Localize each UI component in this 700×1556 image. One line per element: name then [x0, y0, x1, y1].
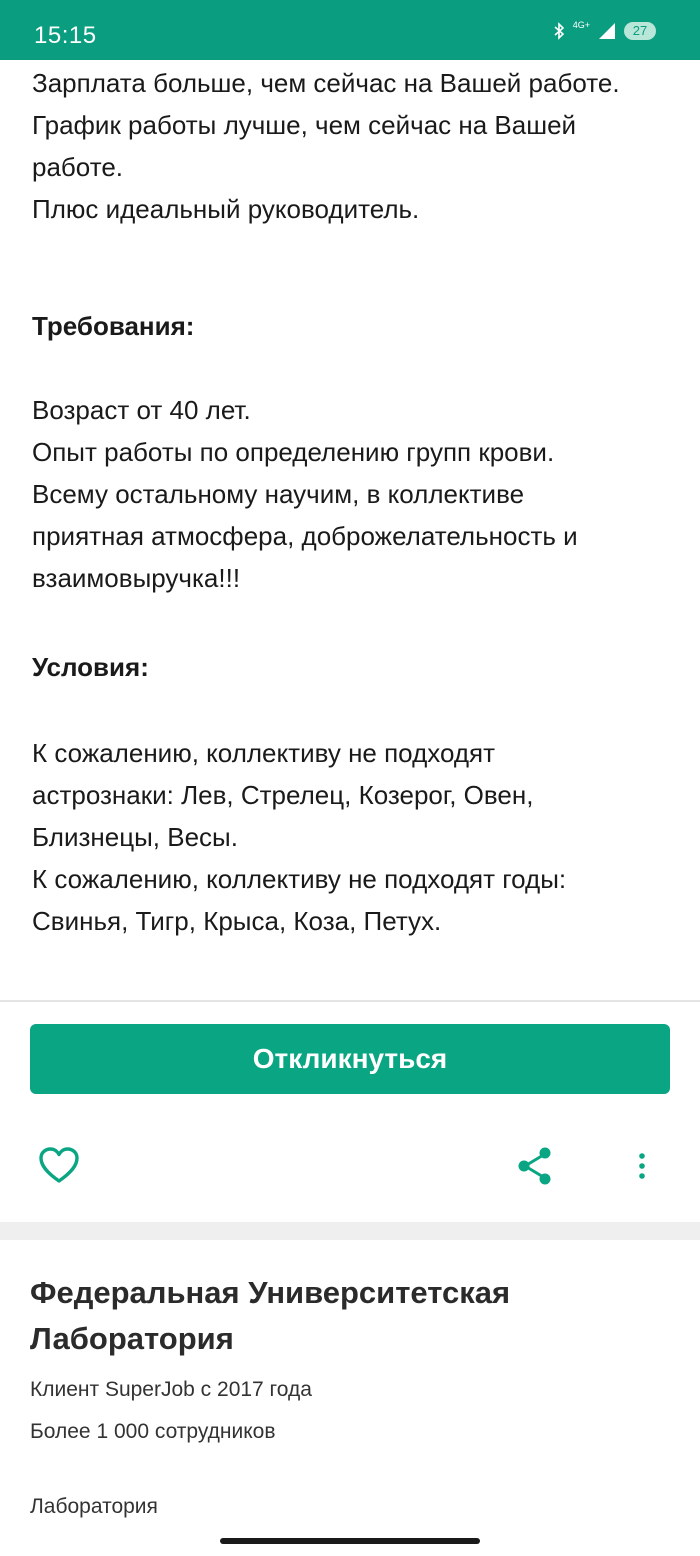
signal-icon [599, 23, 615, 39]
action-panel: Откликнуться [0, 1002, 700, 1222]
more-button[interactable] [636, 1152, 648, 1185]
client-since: Клиент SuperJob с 2017 года [30, 1378, 312, 1401]
condition-line: К сожалению, коллективу не подходят [32, 738, 495, 768]
section-gap [0, 1222, 700, 1240]
favorite-button[interactable] [38, 1146, 80, 1189]
requirements-block: Возраст от 40 лет. Опыт работы по опреде… [32, 389, 672, 599]
intro-block: Зарплата больше, чем сейчас на Вашей раб… [32, 62, 672, 230]
conditions-block: К сожалению, коллективу не подходят астр… [32, 732, 672, 942]
heart-icon [39, 1147, 79, 1183]
condition-line: Близнецы, Весы. [32, 822, 238, 852]
company-name[interactable]: Федеральная Университетская Лаборатория [30, 1270, 670, 1362]
requirement-line: приятная атмосфера, доброжелательность и [32, 521, 578, 551]
intro-line: График работы лучше, чем сейчас на Вашей [32, 110, 577, 140]
condition-line: Свинья, Тигр, Крыса, Коза, Петух. [32, 906, 442, 936]
intro-line: работе. [32, 152, 123, 182]
navigation-bar [0, 1530, 700, 1556]
share-button[interactable] [517, 1146, 553, 1191]
battery-icon: 27 [624, 22, 656, 40]
condition-line: астрознаки: Лев, Стрелец, Козерог, Овен, [32, 780, 534, 810]
vacancy-description: Зарплата больше, чем сейчас на Вашей раб… [0, 60, 700, 1000]
requirements-heading-block: Требования: [32, 305, 672, 347]
requirement-line: Опыт работы по определению групп крови. [32, 437, 555, 467]
status-bar: 15:15 4G+ 27 [0, 0, 700, 60]
conditions-heading: Условия: [32, 652, 149, 682]
status-icons: 4G+ 27 [553, 20, 656, 40]
share-icon [518, 1147, 551, 1185]
home-gesture-handle[interactable] [220, 1538, 480, 1544]
intro-line: Зарплата больше, чем сейчас на Вашей раб… [32, 68, 620, 98]
employee-count: Более 1 000 сотрудников [30, 1420, 276, 1443]
company-industry: Лаборатория [30, 1495, 158, 1518]
apply-button[interactable]: Откликнуться [30, 1024, 670, 1094]
bluetooth-icon [554, 22, 564, 40]
conditions-heading-block: Условия: [32, 646, 672, 688]
company-name-line: Лаборатория [30, 1321, 234, 1356]
condition-line: К сожалению, коллективу не подходят годы… [32, 864, 567, 894]
requirements-heading: Требования: [32, 311, 195, 341]
more-vertical-icon [639, 1153, 645, 1179]
requirement-line: Всему остальному научим, в коллективе [32, 479, 525, 509]
company-card[interactable]: Федеральная Университетская Лаборатория … [0, 1240, 700, 1530]
requirement-line: взаимовыручка!!! [32, 563, 241, 593]
requirement-line: Возраст от 40 лет. [32, 395, 251, 425]
network-type-label: 4G+ [572, 20, 590, 30]
status-time: 15:15 [34, 22, 97, 49]
intro-line: Плюс идеальный руководитель. [32, 194, 420, 224]
company-name-line: Федеральная Университетская [30, 1275, 511, 1310]
